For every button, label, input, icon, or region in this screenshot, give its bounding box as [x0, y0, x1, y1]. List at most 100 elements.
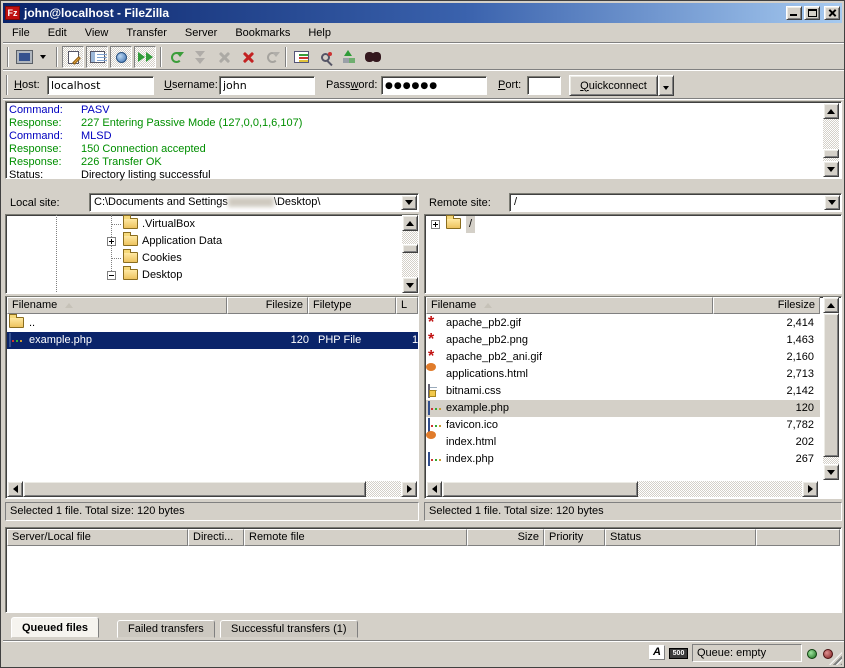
quickconnect-dropdown[interactable]: [658, 75, 674, 96]
plus-expander-icon[interactable]: [431, 220, 440, 229]
local-file-row-selected[interactable]: example.php 120 PHP File 1: [7, 332, 418, 349]
minimize-button[interactable]: [786, 6, 802, 20]
menu-help[interactable]: Help: [299, 25, 340, 41]
menu-view[interactable]: View: [76, 25, 118, 41]
remote-file-row[interactable]: bitnami.css2,142: [426, 383, 820, 400]
local-hscroll-track[interactable]: [366, 481, 401, 497]
local-tree-scroll-up[interactable]: [402, 215, 418, 231]
local-hscroll-thumb[interactable]: [23, 481, 366, 497]
toggle-local-tree-button[interactable]: [86, 46, 108, 68]
tab-failed-transfers[interactable]: Failed transfers: [117, 620, 215, 638]
queue-col-status[interactable]: Status: [605, 529, 756, 546]
log-scroll-thumb[interactable]: [823, 149, 839, 158]
toggle-remote-tree-button[interactable]: [110, 46, 132, 68]
username-input[interactable]: [219, 76, 315, 95]
tab-successful-transfers[interactable]: Successful transfers (1): [220, 620, 358, 638]
tree-item[interactable]: Desktop: [142, 267, 182, 284]
local-site-combo[interactable]: C:\Documents and Settings\Desktop\: [89, 193, 419, 212]
local-site-dropdown[interactable]: [401, 195, 417, 210]
menu-bookmarks[interactable]: Bookmarks: [226, 25, 299, 41]
queue-col-priority[interactable]: Priority: [544, 529, 605, 546]
divider: [3, 98, 844, 100]
local-hscroll-left[interactable]: [7, 481, 23, 497]
plus-expander-icon[interactable]: [107, 237, 116, 246]
remote-col-filesize[interactable]: Filesize: [713, 297, 820, 314]
sync-browse-button[interactable]: [338, 46, 360, 68]
disconnect-button[interactable]: [237, 46, 259, 68]
compare-button[interactable]: [314, 46, 336, 68]
remote-file-row-selected[interactable]: example.php120: [426, 400, 820, 417]
local-col-filetype[interactable]: Filetype: [308, 297, 396, 314]
transfer-type-icon[interactable]: A: [649, 645, 665, 660]
remote-file-row[interactable]: *apache_pb2_ani.gif2,160: [426, 349, 820, 366]
remote-col-filename[interactable]: Filename: [426, 297, 713, 314]
password-input[interactable]: [381, 76, 487, 95]
menu-transfer[interactable]: Transfer: [117, 25, 176, 41]
folder-icon: [123, 235, 138, 246]
remote-vscroll-thumb[interactable]: [823, 313, 839, 457]
site-manager-dropdown[interactable]: [36, 46, 50, 68]
quickconnect-grip[interactable]: [6, 75, 8, 95]
local-tree-scroll-down[interactable]: [402, 277, 418, 293]
remote-vscroll-up[interactable]: [823, 297, 839, 313]
local-tree-scroll-track[interactable]: [402, 231, 418, 277]
remote-file-row[interactable]: *apache_pb2.png1,463: [426, 332, 820, 349]
queue-col-size[interactable]: Size: [467, 529, 544, 546]
host-input[interactable]: [47, 76, 154, 95]
local-col-filesize[interactable]: Filesize: [227, 297, 308, 314]
file-size: 267: [726, 451, 814, 468]
log-row: Command:MLSD: [9, 130, 112, 143]
local-hscroll-right[interactable]: [401, 481, 417, 497]
tree-item[interactable]: Cookies: [142, 250, 182, 267]
remote-file-row[interactable]: applications.html2,713: [426, 366, 820, 383]
local-col-filename[interactable]: Filename: [7, 297, 227, 314]
title-bar[interactable]: Fz john@localhost - FileZilla: [3, 3, 842, 23]
menu-server[interactable]: Server: [176, 25, 226, 41]
remote-vscroll-down[interactable]: [823, 464, 839, 480]
remote-hscroll-thumb[interactable]: [442, 481, 638, 497]
toolbar-grip[interactable]: [7, 47, 9, 67]
site-manager-button[interactable]: [13, 46, 35, 68]
remote-site-dropdown[interactable]: [824, 195, 840, 210]
menu-file[interactable]: File: [3, 25, 39, 41]
menu-edit[interactable]: Edit: [39, 25, 76, 41]
remote-file-row[interactable]: favicon.ico7,782: [426, 417, 820, 434]
tree-item-root[interactable]: /: [466, 216, 475, 233]
local-tree-scroll-thumb[interactable]: [402, 244, 418, 253]
port-input[interactable]: [527, 76, 561, 95]
refresh-button[interactable]: [165, 46, 187, 68]
remote-hscroll-track[interactable]: [638, 481, 802, 497]
tree-item[interactable]: Application Data: [142, 233, 222, 250]
log-scroll-down[interactable]: [823, 161, 839, 177]
log-scroll-up[interactable]: [823, 103, 839, 119]
queue-col-serverlocal[interactable]: Server/Local file: [7, 529, 188, 546]
remote-tree[interactable]: [424, 214, 842, 294]
local-col-lastmodified[interactable]: L: [396, 297, 418, 314]
tab-queued-files[interactable]: Queued files: [11, 617, 99, 638]
close-button[interactable]: [824, 6, 840, 20]
filter-button[interactable]: [290, 46, 312, 68]
maximize-button[interactable]: [804, 6, 820, 20]
filter-icon: [294, 51, 309, 63]
local-file-row[interactable]: ..: [7, 315, 418, 332]
toggle-log-button[interactable]: [62, 46, 84, 68]
minus-expander-icon[interactable]: [107, 271, 116, 280]
local-site-label: Local site:: [10, 195, 60, 212]
find-files-button[interactable]: [362, 46, 384, 68]
file-size: 1,463: [726, 332, 814, 349]
queue-col-remotefile[interactable]: Remote file: [244, 529, 467, 546]
local-tree[interactable]: [5, 214, 419, 294]
remote-file-row[interactable]: index.php267: [426, 451, 820, 468]
remote-hscroll-left[interactable]: [426, 481, 442, 497]
remote-file-row[interactable]: *apache_pb2.gif2,414: [426, 315, 820, 332]
remote-site-combo[interactable]: /: [509, 193, 842, 212]
remote-vscroll-track[interactable]: [823, 457, 839, 464]
toggle-queue-button[interactable]: [134, 46, 156, 68]
tree-item[interactable]: .VirtualBox: [142, 216, 195, 233]
queue-col-direction[interactable]: Directi...: [188, 529, 244, 546]
remote-hscroll-right[interactable]: [802, 481, 818, 497]
maximize-icon: [808, 9, 817, 17]
speed-limit-icon[interactable]: 500: [669, 648, 688, 659]
quickconnect-button[interactable]: Quickconnect: [569, 75, 658, 96]
remote-file-row[interactable]: index.html202: [426, 434, 820, 451]
